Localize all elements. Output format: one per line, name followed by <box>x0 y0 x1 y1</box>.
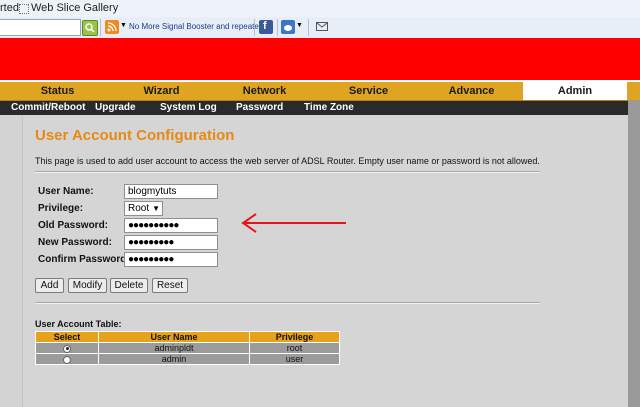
nav-service[interactable]: Service <box>311 82 426 100</box>
row-user-name: adminpldt <box>98 342 250 354</box>
divider <box>35 302 540 304</box>
header-privilege: Privilege <box>249 331 340 343</box>
modify-button[interactable]: Modify <box>68 278 107 293</box>
nav-status[interactable]: Status <box>0 82 115 100</box>
address-input[interactable] <box>0 19 81 36</box>
table-row: adminpldt root <box>35 342 340 354</box>
confirm-password-input[interactable]: ●●●●●●●●● <box>124 252 218 267</box>
chevron-down-icon: ▼ <box>152 204 160 213</box>
subnav-time-zone[interactable]: Time Zone <box>304 101 354 115</box>
row-privilege: user <box>249 353 340 365</box>
row-select-radio[interactable] <box>63 355 71 364</box>
privilege-value: Root <box>128 203 150 214</box>
nav-wizard[interactable]: Wizard <box>104 82 219 100</box>
table-header-row: Select User Name Privilege <box>35 331 340 343</box>
browser-toolbar: ▼ No More Signal Booster and repeaters f… <box>0 17 640 39</box>
user-account-table: Select User Name Privilege adminpldt roo… <box>35 331 340 365</box>
old-password-label: Old Password: <box>38 220 109 231</box>
subnav-upgrade[interactable]: Upgrade <box>95 101 136 115</box>
web-slice-gallery-link[interactable]: Web Slice Gallery <box>31 2 118 14</box>
nav-network[interactable]: Network <box>207 82 322 100</box>
chevron-down-icon[interactable]: ▼ <box>296 22 303 29</box>
user-table-title: User Account Table: <box>35 319 122 329</box>
nav-advance[interactable]: Advance <box>414 82 529 100</box>
subnav-commit-reboot[interactable]: Commit/Reboot <box>11 101 85 115</box>
username-label: User Name: <box>38 186 94 197</box>
row-user-name: admin <box>98 353 250 365</box>
search-go-icon[interactable] <box>82 20 98 36</box>
delete-button[interactable]: Delete <box>110 278 148 293</box>
favorites-item-partial[interactable]: rted <box>0 2 19 14</box>
privilege-label: Privilege: <box>38 203 84 214</box>
subnav-password[interactable]: Password <box>236 101 283 115</box>
new-password-label: New Password: <box>38 237 112 248</box>
new-password-input[interactable]: ●●●●●●●●● <box>124 235 218 250</box>
mail-icon[interactable] <box>316 22 328 31</box>
tab-title[interactable]: No More Signal Booster and repeaters <box>129 22 266 31</box>
row-privilege: root <box>249 342 340 354</box>
subnav-system-log[interactable]: System Log <box>160 101 217 115</box>
left-gutter <box>0 115 23 407</box>
twitter-icon[interactable] <box>281 20 295 34</box>
header-select: Select <box>35 331 99 343</box>
router-banner <box>0 38 640 80</box>
rss-feed-icon[interactable] <box>105 20 119 34</box>
web-slice-icon <box>19 4 29 14</box>
reset-button[interactable]: Reset <box>152 278 188 293</box>
facebook-icon[interactable]: f <box>259 20 273 34</box>
username-input[interactable]: blogmytuts <box>124 184 218 199</box>
page-description: This page is used to add user account to… <box>35 156 540 166</box>
divider <box>35 171 540 173</box>
header-user-name: User Name <box>98 331 250 343</box>
nav-admin[interactable]: Admin <box>523 82 627 100</box>
add-button[interactable]: Add <box>35 278 64 293</box>
old-password-input[interactable]: ●●●●●●●●●● <box>124 218 218 233</box>
page-title: User Account Configuration <box>35 127 235 144</box>
chevron-down-icon[interactable]: ▼ <box>120 22 127 29</box>
red-arrow-annotation <box>241 213 346 233</box>
table-row: admin user <box>35 353 340 365</box>
row-select-radio[interactable] <box>63 344 71 353</box>
confirm-password-label: Confirm Password: <box>38 254 130 265</box>
main-nav: Status Wizard Network Service Advance Ad… <box>0 82 640 101</box>
sub-nav: Commit/Reboot Upgrade System Log Passwor… <box>0 101 640 115</box>
favorites-bar: rted Web Slice Gallery <box>0 0 640 18</box>
privilege-select[interactable]: Root ▼ <box>124 201 163 216</box>
right-edge <box>628 100 640 407</box>
